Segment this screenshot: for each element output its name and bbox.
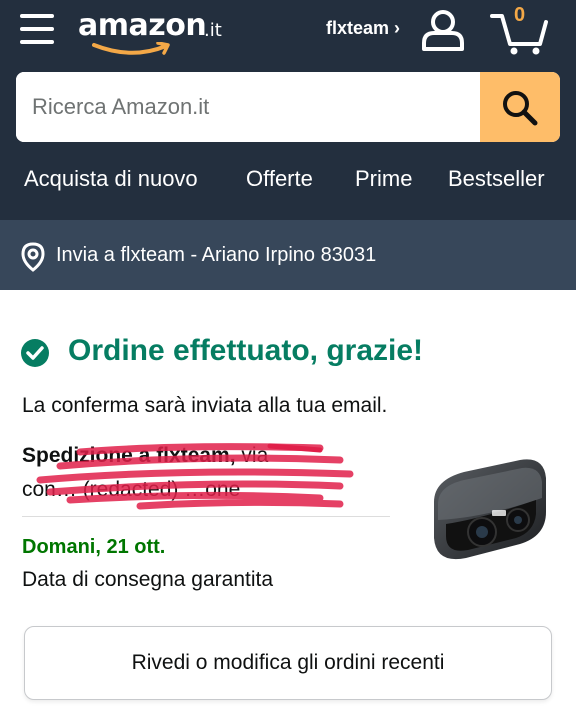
nav-item-buy-again[interactable]: Acquista di nuovo	[24, 166, 198, 192]
confirmation-text: La conferma sarà inviata alla tua email.	[22, 394, 388, 417]
success-check-icon	[21, 339, 49, 367]
order-confirmation: Ordine effettuato, grazie! La conferma s…	[0, 290, 576, 718]
page-title: Ordine effettuato, grazie!	[68, 334, 424, 367]
search-icon	[503, 91, 538, 126]
delivery-guarantee: Data di consegna garantita	[22, 568, 274, 591]
nav-bar: Acquista di nuovo Offerte Prime Bestsell…	[0, 162, 576, 202]
menu-icon[interactable]	[20, 14, 56, 44]
cart-button[interactable]: 0	[490, 4, 550, 56]
nav-item-prime[interactable]: Prime	[355, 166, 412, 192]
nav-item-deals[interactable]: Offerte	[246, 166, 313, 192]
logo-text: amazon	[78, 8, 207, 43]
logo-tld: .it	[204, 20, 222, 41]
cart-count: 0	[514, 4, 526, 26]
amazon-logo[interactable]: amazon .it	[78, 6, 238, 56]
location-pin-icon	[21, 242, 45, 272]
header: amazon .it flxteam › 0 Ricerca Amazon.it…	[0, 0, 576, 220]
user-icon[interactable]	[420, 8, 466, 52]
search-input[interactable]	[16, 72, 480, 142]
delivery-address-bar[interactable]: Invia a flxteam - Ariano Irpino 83031	[0, 220, 576, 290]
divider	[22, 516, 390, 517]
search-button[interactable]	[480, 72, 560, 142]
logo-smile-icon	[92, 42, 170, 55]
search-bar	[16, 72, 560, 142]
delivery-address-text: Invia a flxteam - Ariano Irpino 83031	[56, 244, 377, 266]
top-bar: amazon .it flxteam › 0	[0, 0, 576, 64]
delivery-date: Domani, 21 ott.	[22, 536, 166, 558]
redaction-scribble	[36, 443, 354, 510]
account-link[interactable]: flxteam ›	[326, 18, 400, 39]
nav-item-bestseller[interactable]: Bestseller	[448, 166, 545, 192]
review-orders-button[interactable]: Rivedi o modifica gli ordini recenti	[24, 626, 552, 700]
product-image[interactable]	[424, 440, 554, 570]
